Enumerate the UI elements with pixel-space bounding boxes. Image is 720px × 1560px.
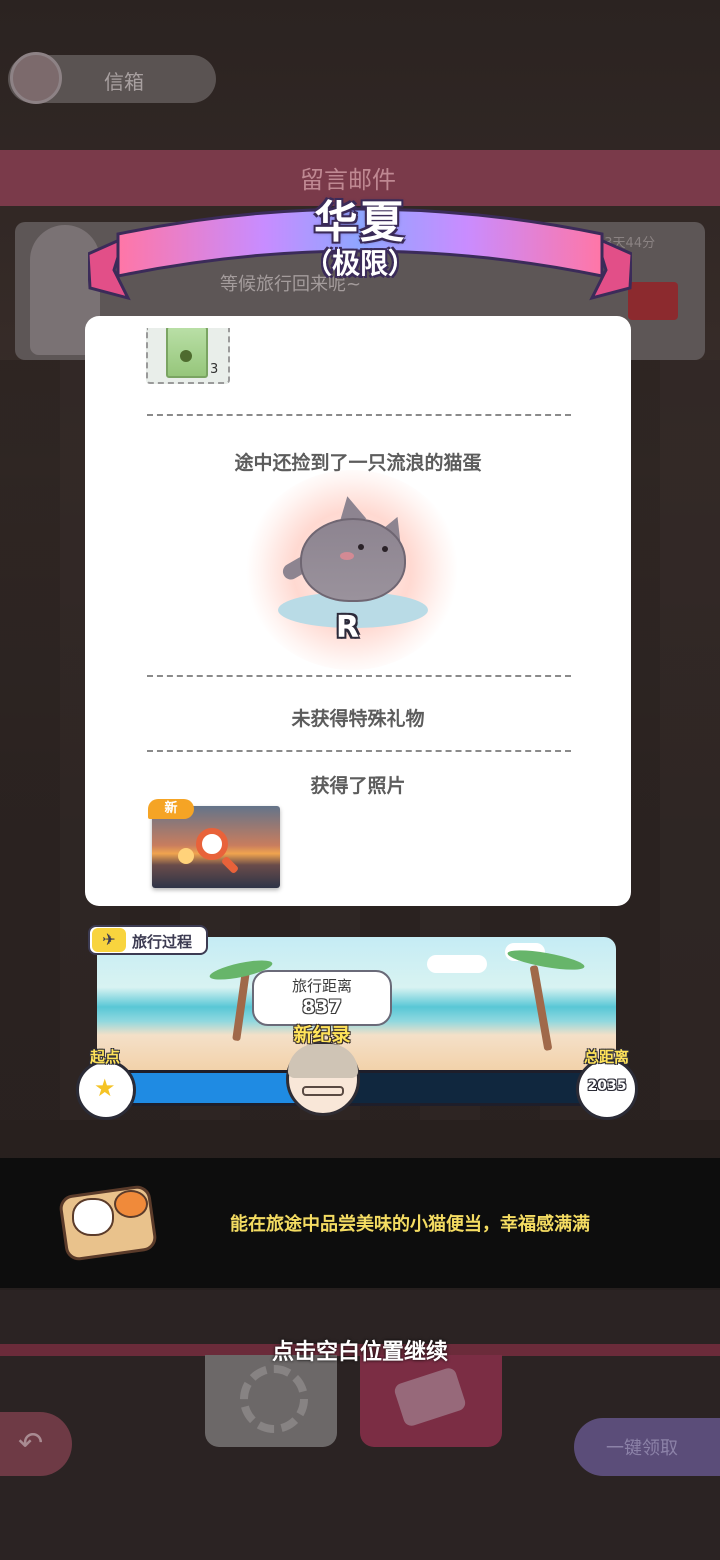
photo-obtained-text: 获得了照片 [310, 775, 406, 797]
mail-card-stamp [628, 282, 678, 320]
divider [147, 675, 571, 677]
collect-all-label: 一键领取 [606, 1438, 678, 1459]
cat-blush [340, 552, 354, 560]
back-arrow-icon: ↶ [18, 1426, 44, 1461]
traveler-hair [288, 1044, 358, 1078]
destination-title: 华夏 [314, 197, 406, 248]
bento-cat-rice [72, 1198, 114, 1236]
difficulty-label: （极限） [303, 247, 416, 280]
mailbox-label: 信箱 [104, 70, 144, 94]
cat-rank-badge: R [336, 610, 360, 645]
progress-fill [108, 1073, 316, 1103]
divider [147, 414, 571, 416]
progress-track [105, 1070, 615, 1106]
tap-to-continue[interactable]: 点击空白位置继续 [0, 1334, 720, 1366]
palm-tree [232, 970, 250, 1042]
reward-item-count: 3 [210, 362, 219, 377]
airplane-icon: ✈ [92, 928, 126, 952]
palm-leaves [506, 946, 586, 974]
total-distance-value: 2035 [587, 1078, 627, 1094]
cat-eye-right [382, 546, 388, 552]
palm-tree [529, 964, 553, 1052]
magnifier-icon[interactable] [196, 828, 228, 860]
message-text: 能在旅途中品尝美味的小猫便当，幸福感满满 [230, 1214, 590, 1235]
travel-process-label: 旅行过程 [132, 933, 193, 951]
start-label: 起点 [90, 1048, 121, 1066]
cat-eye-left [358, 544, 364, 550]
distance-label: 旅行距离 [291, 977, 352, 995]
gear-icon [240, 1365, 308, 1433]
traveler-glasses [302, 1086, 344, 1096]
distance-value: 837 [302, 996, 342, 1018]
new-badge: 新 [148, 799, 194, 819]
total-distance-label: 总距离 [584, 1048, 630, 1066]
tea-bag-icon [166, 328, 208, 378]
special-gift-text: 未获得特殊礼物 [291, 708, 425, 730]
divider [147, 750, 571, 752]
cloud [427, 955, 487, 973]
star-icon: ★ [94, 1074, 116, 1102]
player-avatar [10, 52, 62, 104]
bento-salmon [114, 1190, 148, 1218]
photo-sun [178, 848, 194, 864]
cat-egg-icon[interactable] [300, 518, 406, 602]
